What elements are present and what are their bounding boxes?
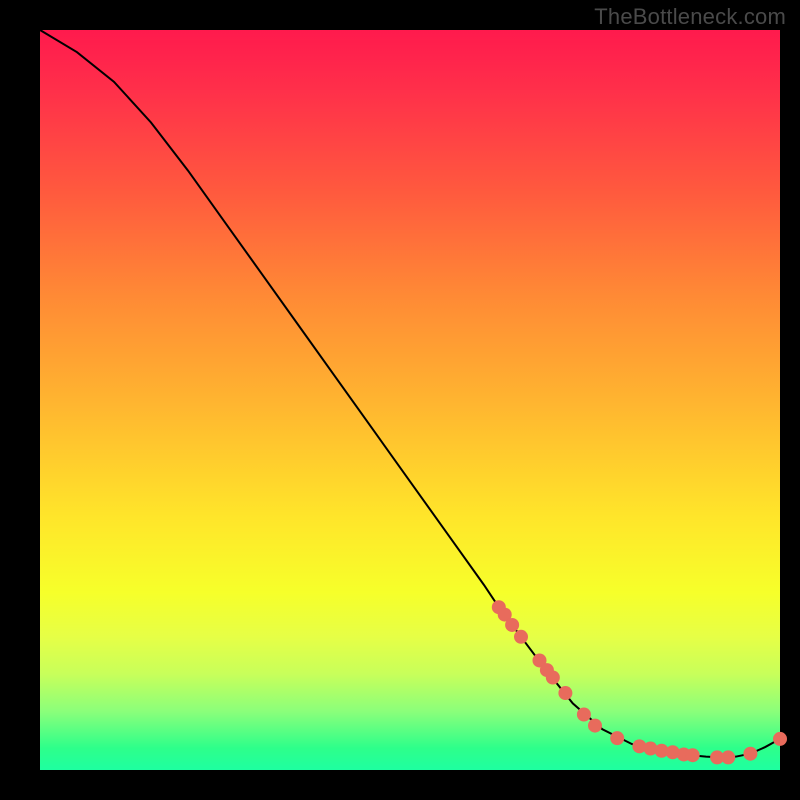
curve-marker	[721, 750, 735, 764]
curve-marker	[577, 708, 591, 722]
chart-frame: TheBottleneck.com	[0, 0, 800, 800]
curve-marker	[514, 630, 528, 644]
curve-marker	[686, 748, 700, 762]
curve-marker	[546, 671, 560, 685]
curve-marker	[588, 719, 602, 733]
curve-marker	[773, 732, 787, 746]
chart-svg	[40, 30, 780, 770]
curve-marker	[505, 618, 519, 632]
curve-marker	[558, 686, 572, 700]
curve-marker	[610, 731, 624, 745]
watermark-text: TheBottleneck.com	[594, 4, 786, 30]
curve-markers	[492, 600, 787, 764]
curve-marker	[743, 747, 757, 761]
bottleneck-curve	[40, 30, 780, 757]
plot-area	[40, 30, 780, 770]
